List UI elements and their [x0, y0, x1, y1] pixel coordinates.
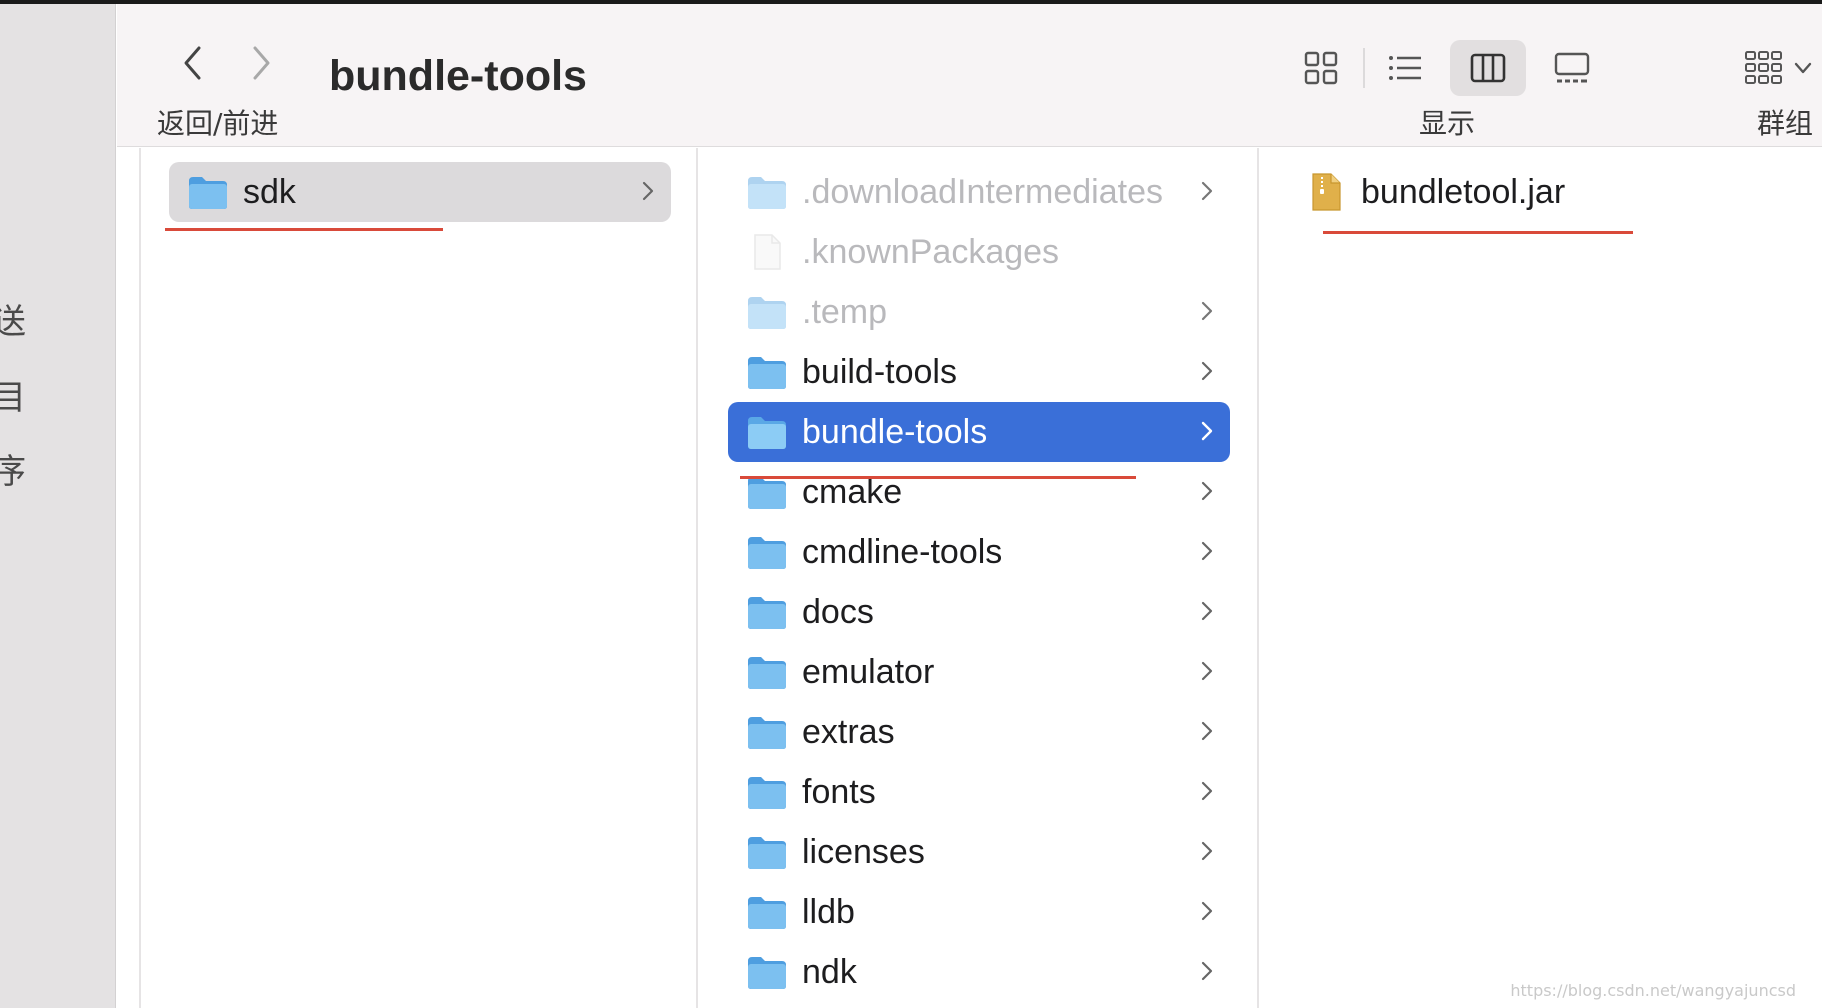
folder-icon: [746, 171, 788, 213]
folder-icon: [746, 411, 788, 453]
icon-grid-icon: [1304, 51, 1338, 85]
gallery-view-button[interactable]: [1534, 40, 1610, 96]
folder-row-licenses[interactable]: licenses: [728, 822, 1230, 882]
row-label: extras: [802, 712, 895, 751]
folder-icon: [746, 531, 788, 573]
chevron-right-icon: [1201, 361, 1213, 381]
chevron-right-icon: [1201, 301, 1213, 321]
sidebar: 送 目 序: [0, 4, 116, 1008]
chevron-right-icon: [1201, 721, 1213, 741]
folder-row-fonts[interactable]: fonts: [728, 762, 1230, 822]
toolbar: 返回/前进 bundle-tools 显示 群组: [117, 4, 1822, 147]
annotation-underline: [165, 228, 443, 231]
chevron-right-icon: [1201, 901, 1213, 921]
row-label: bundle-tools: [802, 412, 988, 451]
folder-icon: [746, 771, 788, 813]
folder-icon: [746, 651, 788, 693]
chevron-right-icon: [1201, 541, 1213, 561]
folder-icon: [746, 351, 788, 393]
columns-icon: [1470, 53, 1506, 83]
document-icon: [746, 231, 788, 273]
folder-row-bundle-tools[interactable]: bundle-tools: [728, 402, 1230, 462]
view-caption: 显示: [1419, 107, 1476, 140]
chevron-down-icon: [1794, 62, 1812, 74]
file-row-bundletool-jar[interactable]: bundletool.jar: [1301, 162, 1781, 222]
annotation-underline: [740, 476, 1136, 479]
folder-row-temp[interactable]: .temp: [728, 282, 1230, 342]
folder-icon: [187, 171, 229, 213]
folder-icon: [746, 291, 788, 333]
gallery-icon: [1554, 52, 1590, 83]
row-label: sdk: [243, 172, 296, 211]
folder-row-lldb[interactable]: lldb: [728, 882, 1230, 942]
column-3[interactable]: bundletool.jar: [1261, 148, 1822, 1008]
row-label: emulator: [802, 652, 935, 691]
folder-icon: [746, 891, 788, 933]
annotation-underline: [1323, 231, 1633, 234]
folder-row-downloadintermediates[interactable]: .downloadIntermediates: [728, 162, 1230, 222]
chevron-right-icon: [1201, 421, 1213, 441]
folder-row-cmdline-tools[interactable]: cmdline-tools: [728, 522, 1230, 582]
chevron-right-icon: [1201, 601, 1213, 621]
sidebar-text-fragment: 送: [0, 294, 26, 343]
row-label: bundletool.jar: [1361, 172, 1566, 211]
row-label: .downloadIntermediates: [802, 172, 1164, 211]
column-2[interactable]: .downloadIntermediates .knownPackages .t…: [700, 148, 1259, 1008]
column-view-button[interactable]: [1450, 40, 1526, 96]
chevron-right-icon: [1201, 961, 1213, 981]
row-label: .knownPackages: [802, 232, 1060, 271]
chevron-right-icon: [1201, 481, 1213, 501]
chevron-right-icon: [1201, 661, 1213, 681]
group-button[interactable]: [1744, 40, 1822, 96]
folder-icon: [746, 951, 788, 993]
folder-row-sdk[interactable]: sdk: [169, 162, 671, 222]
chevron-right-icon: [642, 181, 654, 201]
folder-row-cmake[interactable]: cmake: [728, 462, 1230, 522]
chevron-left-icon: [184, 46, 201, 80]
folder-icon: [746, 831, 788, 873]
back-button[interactable]: [169, 40, 215, 86]
folder-icon: [746, 711, 788, 753]
sidebar-text-fragment: 目: [0, 370, 26, 419]
row-label: ndk: [802, 952, 857, 991]
column-1[interactable]: sdk: [139, 148, 698, 1008]
forward-button[interactable]: [239, 40, 285, 86]
icon-view-button[interactable]: [1283, 40, 1359, 96]
file-row-knownpackages[interactable]: .knownPackages: [728, 222, 1230, 282]
list-icon: [1389, 56, 1421, 80]
folder-row-extras[interactable]: extras: [728, 702, 1230, 762]
toolbar-separator: [1363, 48, 1365, 88]
chevron-right-icon: [1201, 781, 1213, 801]
group-caption: 群组: [1757, 107, 1814, 140]
row-label: .temp: [802, 292, 888, 331]
row-label: cmdline-tools: [802, 532, 1003, 571]
chevron-right-icon: [1201, 181, 1213, 201]
folder-row-build-tools[interactable]: build-tools: [728, 342, 1230, 402]
nav-caption: 返回/前进: [157, 107, 279, 140]
folder-row-ndk[interactable]: ndk: [728, 942, 1230, 1002]
row-label: licenses: [802, 832, 925, 871]
row-label: fonts: [802, 772, 876, 811]
window-title: bundle-tools: [329, 52, 587, 100]
row-label: docs: [802, 592, 874, 631]
sidebar-text-fragment: 序: [0, 444, 26, 493]
chevron-right-icon: [1201, 841, 1213, 861]
watermark: https://blog.csdn.net/wangyajuncsd: [1510, 981, 1796, 1000]
list-view-button[interactable]: [1367, 40, 1443, 96]
row-label: lldb: [802, 892, 855, 931]
jar-file-icon: [1305, 171, 1347, 213]
folder-row-emulator[interactable]: emulator: [728, 642, 1230, 702]
chevron-right-icon: [253, 46, 270, 80]
folder-icon: [746, 591, 788, 633]
group-grid-icon: [1745, 51, 1782, 84]
folder-row-docs[interactable]: docs: [728, 582, 1230, 642]
row-label: build-tools: [802, 352, 957, 391]
